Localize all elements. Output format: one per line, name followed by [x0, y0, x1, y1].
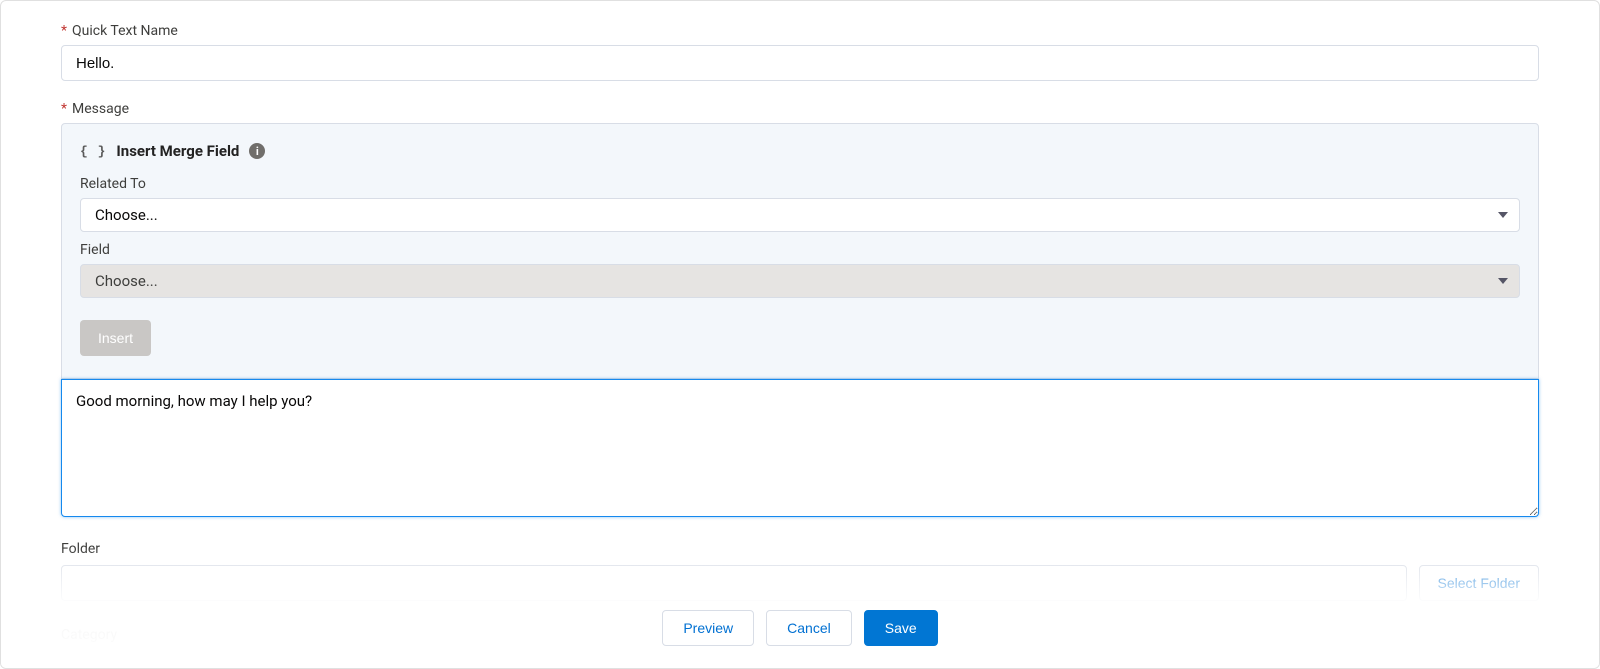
select-folder-button[interactable]: Select Folder — [1419, 565, 1539, 601]
insert-button: Insert — [80, 320, 151, 356]
merge-field-panel: { } Insert Merge Field i Related To Choo… — [61, 123, 1539, 379]
quick-text-name-label-text: Quick Text Name — [72, 23, 178, 39]
field-placeholder: Choose... — [95, 272, 158, 290]
folder-label-text: Folder — [61, 541, 100, 557]
field-select-wrap: Choose... — [80, 264, 1520, 298]
related-to-select[interactable]: Choose... — [80, 198, 1520, 232]
required-star-icon: * — [61, 101, 67, 117]
quick-text-name-label: * Quick Text Name — [61, 23, 1539, 39]
save-button[interactable]: Save — [864, 610, 938, 646]
message-label-text: Message — [72, 101, 129, 117]
quick-text-name-input[interactable] — [61, 45, 1539, 81]
message-label: * Message — [61, 101, 1539, 117]
merge-field-header: { } Insert Merge Field i — [80, 142, 1520, 160]
related-to-label: Related To — [80, 176, 1520, 192]
field-label: Field — [80, 242, 1520, 258]
required-star-icon: * — [61, 23, 67, 39]
message-textarea[interactable] — [61, 379, 1539, 517]
field-select: Choose... — [80, 264, 1520, 298]
form-scroll-area: * Quick Text Name * Message { } Insert M… — [1, 1, 1599, 668]
merge-field-title: Insert Merge Field — [116, 142, 239, 160]
folder-input[interactable] — [61, 565, 1407, 601]
folder-label: Folder — [61, 541, 1539, 557]
related-to-select-wrap: Choose... — [80, 198, 1520, 232]
form-container: * Quick Text Name * Message { } Insert M… — [0, 0, 1600, 669]
related-to-placeholder: Choose... — [95, 206, 158, 224]
merge-braces-icon: { } — [80, 144, 106, 159]
preview-button[interactable]: Preview — [662, 610, 754, 646]
info-icon[interactable]: i — [249, 143, 265, 159]
folder-row: Select Folder — [61, 565, 1539, 601]
cancel-button[interactable]: Cancel — [766, 610, 852, 646]
